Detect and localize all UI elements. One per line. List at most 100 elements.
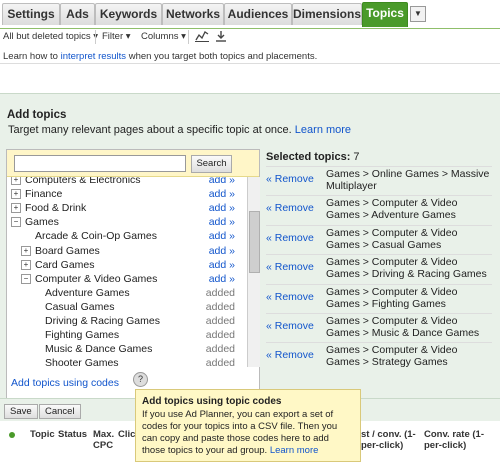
selected-topic-path: Games > Computer & Video Games > Adventu… <box>326 197 458 222</box>
selected-topic-path: Games > Online Games > Massive Multiplay… <box>326 168 490 192</box>
tab-keywords[interactable]: Keywords <box>95 3 162 25</box>
selected-topic-path: Games > Computer & Video Games > Casual … <box>326 226 458 251</box>
add-topic-link[interactable]: add » <box>209 187 235 201</box>
tree-row: Shooter Games added <box>7 356 247 367</box>
topic-tree: + Computers & Electronics add » + Finance add… <box>7 177 247 367</box>
add-topic-link[interactable]: add » <box>209 215 235 229</box>
add-topic-link[interactable]: add » <box>209 201 235 215</box>
tree-row-label: Arcade & Coin-Op Games <box>35 230 157 243</box>
add-topic-link[interactable]: add » <box>209 258 235 272</box>
toolbar: All but deleted topics ▾ Filter ▾ Column… <box>0 28 500 46</box>
col-max-cpc-line1: Max. <box>93 429 115 440</box>
tree-row: + Card Games add » <box>7 258 247 272</box>
remove-link[interactable]: « Remove <box>266 349 314 361</box>
col-conv-rate[interactable]: Conv. rate (1- per-click) <box>424 429 484 451</box>
selected-topic-row: « Remove Games > Computer & Video Games >… <box>266 283 492 312</box>
dropdown-arrow-icon[interactable]: ▼ <box>410 6 426 22</box>
expand-icon[interactable]: + <box>11 177 21 185</box>
col-max-cpc[interactable]: Max. CPC <box>93 429 114 451</box>
cancel-button[interactable]: Cancel <box>39 404 81 419</box>
expand-icon[interactable]: + <box>21 245 31 256</box>
tree-row-label: Shooter Games <box>45 357 119 367</box>
col-rate-line1: Conv. rate (1- <box>424 429 485 440</box>
selected-topic-path: Games > Computer & Video Games > Fightin… <box>326 285 458 310</box>
remove-link[interactable]: « Remove <box>266 202 314 214</box>
status-dot-icon <box>9 432 15 438</box>
tree-row-label: Food & Drink <box>25 202 87 215</box>
added-status: added <box>205 343 235 356</box>
col-rate-line2: per-click) <box>424 440 467 451</box>
filter-dropdown[interactable]: Filter ▾ <box>102 31 131 42</box>
add-topic-link[interactable]: add » <box>209 229 235 243</box>
col-cost-line2: per-click) <box>361 440 404 451</box>
remove-link[interactable]: « Remove <box>266 173 314 185</box>
tree-row-label: Music & Dance Games <box>45 343 153 356</box>
tree-row: + Computers & Electronics add » <box>7 177 247 187</box>
learn-message: Learn how to interpret results when you … <box>3 51 317 62</box>
tab-dimensions[interactable]: Dimensions <box>292 3 362 25</box>
remove-link[interactable]: « Remove <box>266 291 314 303</box>
search-input[interactable] <box>14 155 186 172</box>
expand-icon[interactable]: + <box>21 259 31 270</box>
col-cost-line1: st / conv. (1- <box>361 429 416 440</box>
collapse-icon[interactable]: − <box>11 217 21 228</box>
remove-link[interactable]: « Remove <box>266 232 314 244</box>
toolbar-divider <box>188 30 189 44</box>
download-icon[interactable] <box>215 30 227 45</box>
selected-topic-row: « Remove Games > Computer & Video Games >… <box>266 342 492 370</box>
tab-settings[interactable]: Settings <box>2 3 60 25</box>
tree-row: Driving & Racing Games added <box>7 314 247 328</box>
tree-row: Adventure Games added <box>7 286 247 300</box>
topic-codes-tooltip: Add topics using topic codes If you use … <box>135 389 361 462</box>
columns-dropdown[interactable]: Columns ▾ <box>141 31 186 42</box>
col-status[interactable]: Status <box>58 429 87 440</box>
tree-row: + Board Games add » <box>7 244 247 258</box>
tree-row: − Games add » <box>7 215 247 229</box>
chart-icon[interactable] <box>195 30 209 45</box>
add-topic-link[interactable]: add » <box>209 272 235 286</box>
added-status: added <box>205 300 235 313</box>
topic-browser: Search + Computers & Electronics add » + Fin… <box>6 149 260 399</box>
selected-topic-path: Games > Computer & Video Games > Driving… <box>326 256 487 281</box>
filter-scope-dropdown[interactable]: All but deleted topics ▾ <box>3 31 98 42</box>
expand-icon[interactable]: + <box>11 203 21 214</box>
interpret-results-link[interactable]: interpret results <box>61 51 126 62</box>
tree-row-label: Driving & Racing Games <box>45 315 160 327</box>
save-button[interactable]: Save <box>4 404 38 419</box>
tab-ads[interactable]: Ads <box>60 3 95 25</box>
tree-row: + Food & Drink add » <box>7 201 247 215</box>
tab-topics[interactable]: Topics <box>362 2 408 27</box>
tab-networks[interactable]: Networks <box>162 3 224 25</box>
col-cost-per-conv[interactable]: st / conv. (1- per-click) <box>361 429 416 451</box>
col-max-cpc-line2: CPC <box>93 440 114 451</box>
selected-topic-path: Games > Computer & Video Games > Music &… <box>326 315 480 339</box>
add-topic-link[interactable]: add » <box>209 244 235 258</box>
tree-row: Fighting Games added <box>7 328 247 342</box>
scroll-thumb[interactable] <box>249 211 260 273</box>
tree-row: − Computer & Video Games add » <box>7 272 247 286</box>
tree-row-label: Board Games <box>35 244 100 257</box>
tooltip-learn-more-link[interactable]: Learn more <box>270 445 319 456</box>
remove-link[interactable]: « Remove <box>266 261 314 273</box>
learn-suffix: when you target both topics and placemen… <box>126 51 318 62</box>
tree-row-label: Computers & Electronics <box>25 177 141 186</box>
selected-topic-row: « Remove Games > Computer & Video Games >… <box>266 195 492 223</box>
subtitle-text: Target many relevant pages about a speci… <box>8 124 292 136</box>
expand-icon[interactable]: + <box>11 189 21 200</box>
search-button[interactable]: Search <box>191 155 232 173</box>
add-topics-using-codes-link[interactable]: Add topics using codes <box>11 377 119 389</box>
add-topics-panel: Add topics Target many relevant pages ab… <box>0 93 500 399</box>
learn-more-link[interactable]: Learn more <box>295 124 351 136</box>
help-icon[interactable]: ? <box>133 372 148 387</box>
col-topic[interactable]: Topic <box>30 429 55 440</box>
selected-topic-row: « Remove Games > Computer & Video Games >… <box>266 224 492 253</box>
collapse-icon[interactable]: − <box>21 273 31 284</box>
added-status: added <box>205 329 235 342</box>
toolbar-divider <box>95 30 96 44</box>
tree-row: Casual Games added <box>7 300 247 314</box>
remove-link[interactable]: « Remove <box>266 320 314 332</box>
added-status: added <box>205 315 235 327</box>
add-topic-link[interactable]: add » <box>209 177 235 187</box>
scrollbar[interactable] <box>247 177 260 367</box>
tab-audiences[interactable]: Audiences <box>224 3 292 25</box>
